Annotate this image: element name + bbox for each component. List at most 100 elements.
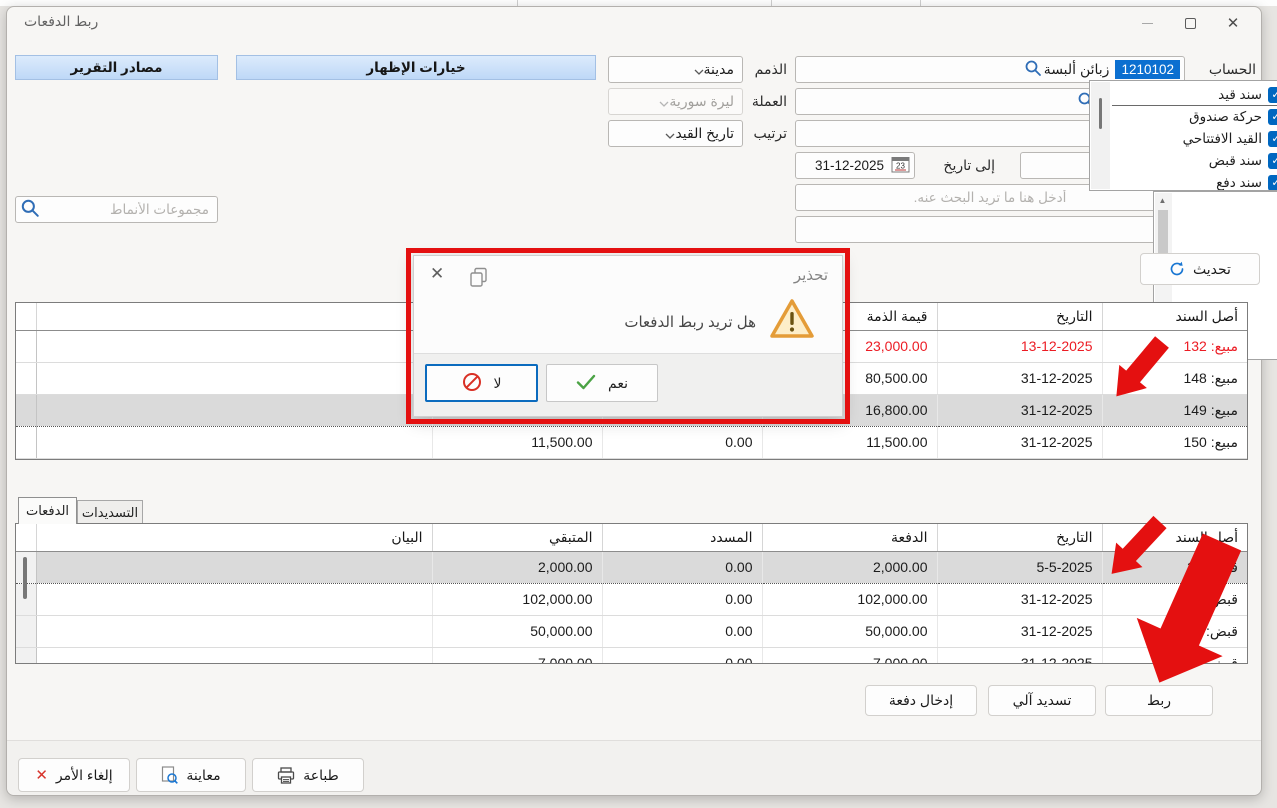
auto-settle-button[interactable]: تسديد آلي	[988, 685, 1096, 716]
tab-payments[interactable]: الدفعات	[18, 497, 77, 524]
table-row[interactable]: قبض:31-12-202550,000.000.0050,000.00	[16, 615, 1247, 647]
source-item[interactable]: ✓سند دفع	[1112, 172, 1277, 191]
refresh-icon	[1169, 261, 1185, 277]
row-selector[interactable]	[16, 394, 36, 426]
print-button[interactable]: طباعة	[252, 758, 364, 792]
minimize-button[interactable]	[1130, 10, 1164, 36]
refresh-button[interactable]: تحديث	[1140, 253, 1260, 285]
column-header[interactable]: الدفعة	[762, 524, 937, 551]
checkbox-checked-icon[interactable]: ✓	[1268, 153, 1277, 169]
column-header[interactable]: التاريخ	[937, 303, 1102, 330]
copy-icon[interactable]	[468, 267, 489, 291]
table-cell: 50,000.00	[432, 615, 602, 647]
sort-select[interactable]: تاريخ القيد	[608, 120, 743, 147]
checkbox-checked-icon[interactable]: ✓	[1268, 175, 1277, 191]
preview-button[interactable]: معاينة	[136, 758, 246, 792]
display-option-item[interactable]: ✓المسدد	[1174, 217, 1277, 238]
scrollbar-thumb[interactable]	[23, 557, 27, 599]
tab-settlements[interactable]: التسديدات	[77, 500, 143, 524]
table-cell: 13-12-2025	[937, 330, 1102, 362]
report-sources-header: مصادر التقرير	[15, 55, 218, 80]
to-date-field[interactable]: 23 31-12-2025	[795, 152, 915, 179]
table-cell: 11,500.00	[432, 426, 602, 458]
table-header-row: أصل السندالتاريخالدفعةالمسددالمتبقيالبيا…	[16, 524, 1247, 551]
column-header[interactable]: المتبقي	[432, 524, 602, 551]
table-row[interactable]: قبض:31-12-2025102,000.000.00102,000.00	[16, 583, 1247, 615]
column-header[interactable]: البيان	[36, 524, 432, 551]
search-icon[interactable]	[1024, 59, 1042, 80]
currency-value: ليرة سورية	[669, 93, 734, 110]
table-cell: 31-12-2025	[937, 426, 1102, 458]
table-cell: مبيع: 149	[1102, 394, 1247, 426]
report-sources-list: ✓سند قيد✓حركة صندوق✓القيد الافتتاحي✓سند …	[1089, 80, 1277, 191]
column-header[interactable]: المسدد	[602, 524, 762, 551]
table-row[interactable]: قبض: 145-5-20252,000.000.002,000.00	[16, 551, 1247, 583]
refresh-label: تحديث	[1193, 261, 1231, 278]
prohibition-icon	[462, 372, 482, 395]
row-selector[interactable]	[16, 647, 36, 664]
yes-button[interactable]: نعم	[546, 364, 658, 402]
enter-payment-label: إدخال دفعة	[889, 692, 953, 709]
column-header[interactable]: التاريخ	[937, 524, 1102, 551]
payments-table-container: أصل السندالتاريخالدفعةالمسددالمتبقيالبيا…	[15, 523, 1248, 664]
to-date-value: 31-12-2025	[815, 158, 884, 173]
print-label: طباعة	[303, 767, 339, 784]
account-field[interactable]: 1210102 زبائن ألبسة	[795, 56, 1185, 83]
no-label: لا	[494, 375, 502, 392]
no-button[interactable]: لا	[425, 364, 538, 402]
source-item[interactable]: ✓سند قيد	[1112, 84, 1277, 106]
debt-select[interactable]: مدينة	[608, 56, 743, 83]
source-item-label: حركة صندوق	[1189, 109, 1262, 125]
table-cell: 31-12-2025	[937, 583, 1102, 615]
debt-value: مدينة	[704, 61, 734, 78]
row-selector[interactable]	[16, 615, 36, 647]
column-header[interactable]	[36, 303, 432, 330]
table-cell: 5-5-2025	[937, 551, 1102, 583]
table-cell: 0.00	[602, 551, 762, 583]
search-icon[interactable]	[20, 198, 40, 221]
table-cell	[36, 647, 432, 664]
table-cell: 31-12-2025	[937, 394, 1102, 426]
checkbox-checked-icon[interactable]: ✓	[1268, 109, 1277, 125]
row-selector[interactable]	[16, 330, 36, 362]
calendar-icon[interactable]: 23	[891, 156, 910, 176]
column-header[interactable]: أصل السند	[1102, 524, 1247, 551]
close-icon: ✕	[1227, 14, 1240, 32]
row-selector[interactable]	[16, 362, 36, 394]
table-row[interactable]: مبيع: 15031-12-202511,500.000.0011,500.0…	[16, 426, 1247, 458]
maximize-button[interactable]	[1173, 10, 1207, 36]
currency-label: العملة	[743, 88, 787, 115]
source-item-label: سند قبض	[1209, 153, 1262, 169]
row-selector[interactable]	[16, 426, 36, 458]
warning-dialog: تحذير ✕ هل تريد ربط الدفعات لا نعم	[413, 255, 843, 417]
link-button[interactable]: ربط	[1105, 685, 1213, 716]
table-cell	[36, 426, 432, 458]
svg-text:23: 23	[896, 161, 905, 170]
enter-payment-button[interactable]: إدخال دفعة	[865, 685, 977, 716]
source-item[interactable]: ✓ سند قبض	[1112, 150, 1277, 172]
account-label: الحساب	[1180, 56, 1256, 83]
dialog-close-icon[interactable]: ✕	[430, 264, 444, 284]
maximize-icon	[1185, 18, 1196, 29]
close-button[interactable]: ✕	[1216, 10, 1250, 36]
table-cell	[36, 583, 432, 615]
table-cell: 31-12-2025	[937, 647, 1102, 664]
display-option-item[interactable]: قيمة الذمة	[1174, 196, 1277, 217]
pattern-groups-input[interactable]	[40, 197, 217, 222]
column-header[interactable]: أصل السند	[1102, 303, 1247, 330]
table-cell	[36, 551, 432, 583]
cancel-button[interactable]: إلغاء الأمر ✕	[18, 758, 130, 792]
source-item[interactable]: ✓القيد الافتتاحي	[1112, 128, 1277, 150]
pattern-groups-search[interactable]	[15, 196, 218, 223]
source-item[interactable]: ✓ حركة صندوق	[1112, 106, 1277, 128]
checkbox-checked-icon[interactable]: ✓	[1268, 87, 1277, 103]
checkbox-checked-icon[interactable]: ✓	[1268, 131, 1277, 147]
scrollbar-up-icon[interactable]: ▲	[1158, 196, 1167, 205]
cancel-label: إلغاء الأمر	[56, 767, 113, 784]
table-row[interactable]: قبض:31-12-20257,000.000.007,000.00	[16, 647, 1247, 664]
branch-field[interactable]	[795, 216, 1185, 243]
scrollbar-thumb[interactable]	[1099, 98, 1102, 129]
table-cell: 7,000.00	[762, 647, 937, 664]
table-cell: 50,000.00	[762, 615, 937, 647]
preview-label: معاينة	[186, 767, 220, 784]
